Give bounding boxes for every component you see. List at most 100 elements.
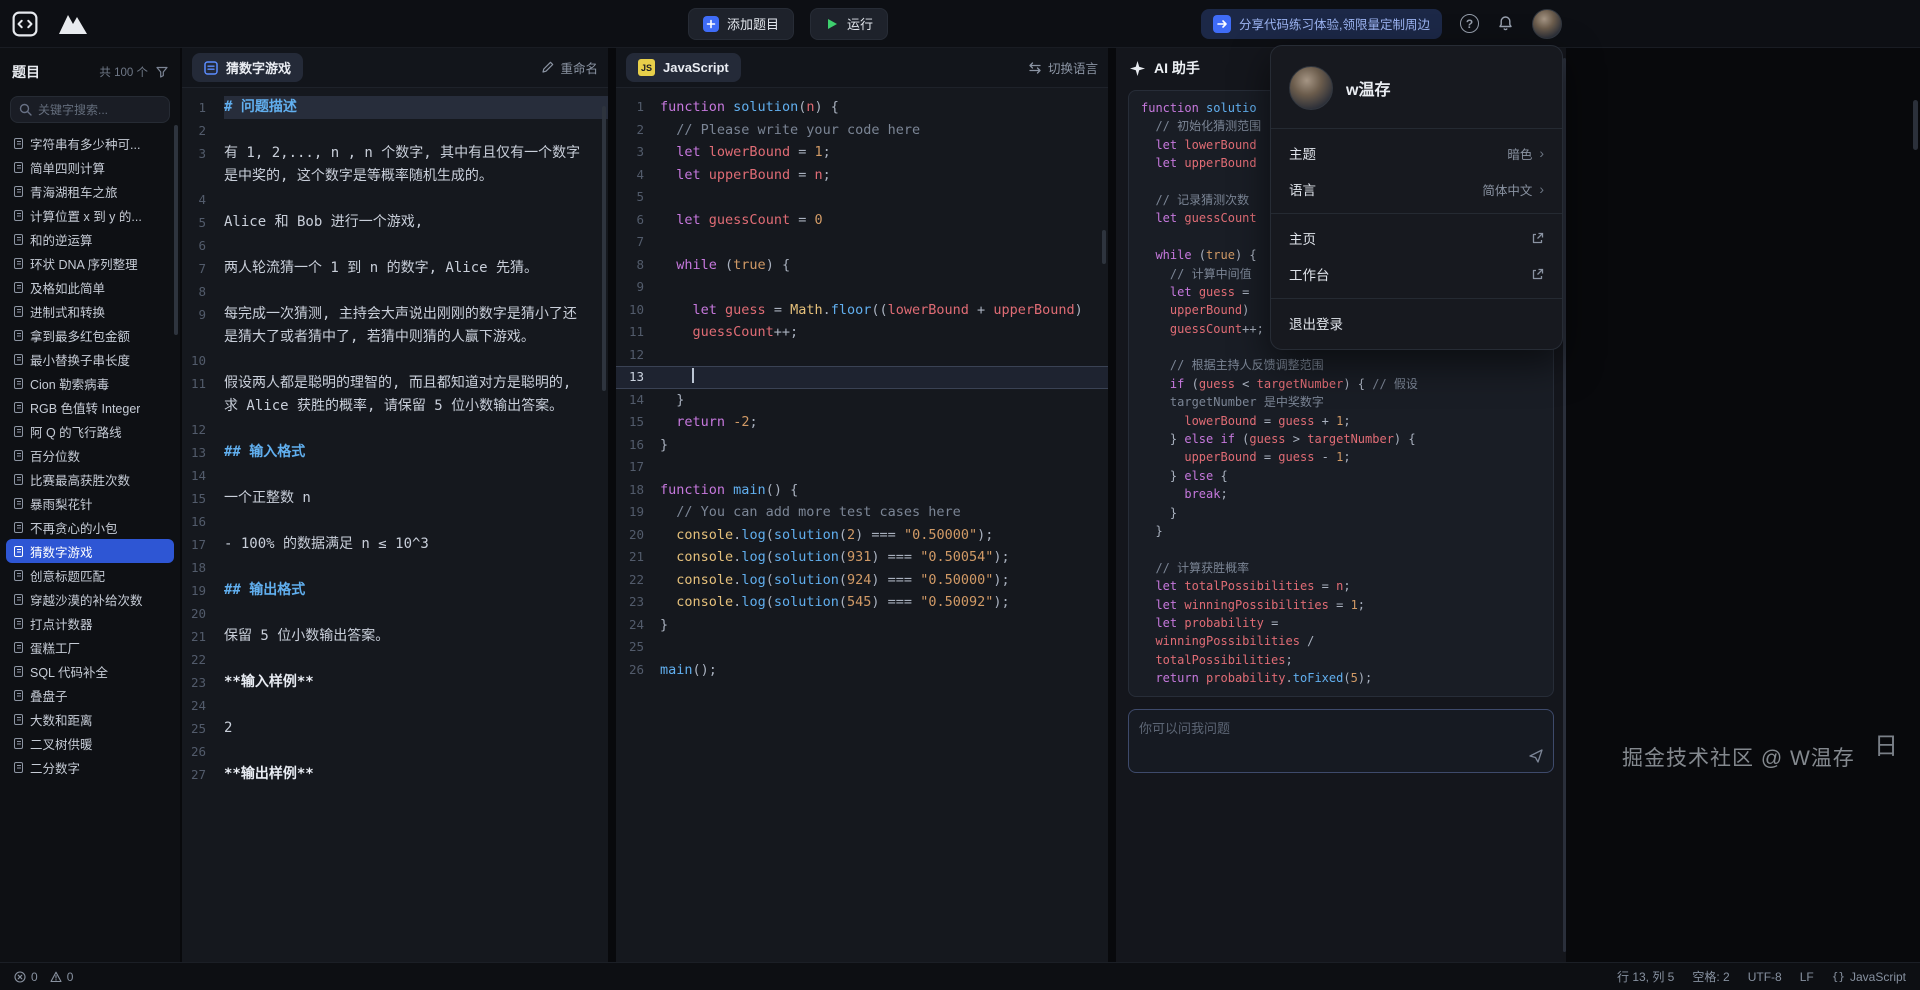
- problem-lines: 1# 问题描述23有 1, 2,..., n , n 个数字, 其中有且仅有一个…: [182, 88, 608, 786]
- sidebar-item[interactable]: 字符串有多少种可...: [6, 131, 174, 155]
- switch-language-button[interactable]: 切换语言: [1028, 58, 1098, 77]
- errors-indicator[interactable]: 0: [14, 970, 38, 984]
- ai-question-input[interactable]: [1128, 709, 1554, 773]
- code-line[interactable]: 11 guessCount++;: [616, 321, 1108, 344]
- rename-label: 重命名: [560, 58, 598, 77]
- filter-icon[interactable]: [156, 66, 168, 78]
- code-line[interactable]: 15 return -2;: [616, 411, 1108, 434]
- sidebar-item[interactable]: 环状 DNA 序列整理: [6, 251, 174, 275]
- code-editor-panel: JS JavaScript 切换语言 1function solution(n)…: [616, 48, 1108, 962]
- sidebar-item[interactable]: 叠盘子: [6, 683, 174, 707]
- language-current: 简体中文: [1482, 180, 1532, 199]
- cursor-position[interactable]: 行 13, 列 5: [1617, 968, 1674, 985]
- encoding-setting[interactable]: UTF-8: [1748, 970, 1782, 984]
- sidebar-item[interactable]: 和的逆运算: [6, 227, 174, 251]
- code-line[interactable]: 22 console.log(solution(924) === "0.5000…: [616, 569, 1108, 592]
- line-number: 8: [182, 280, 224, 303]
- editor-scrollbar[interactable]: [1102, 230, 1106, 264]
- rename-button[interactable]: 重命名: [541, 58, 598, 77]
- code-line[interactable]: 16}: [616, 434, 1108, 457]
- language-tab[interactable]: JS JavaScript: [626, 53, 741, 82]
- sidebar-item[interactable]: 二分数字: [6, 755, 174, 779]
- user-menu-profile[interactable]: w温存: [1271, 54, 1562, 122]
- sidebar-item[interactable]: 创意标题匹配: [6, 563, 174, 587]
- code-line[interactable]: 1function solution(n) {: [616, 96, 1108, 119]
- brand-logo[interactable]: [56, 12, 90, 36]
- code-line[interactable]: 8 while (true) {: [616, 254, 1108, 277]
- language-mode[interactable]: {} JavaScript: [1832, 970, 1906, 984]
- sidebar-item[interactable]: 暴雨梨花针: [6, 491, 174, 515]
- home-label: 主页: [1289, 228, 1316, 248]
- menu-item-home[interactable]: 主页: [1271, 220, 1562, 256]
- sidebar-item[interactable]: 二叉树供暖: [6, 731, 174, 755]
- eol-setting[interactable]: LF: [1800, 970, 1814, 984]
- run-button[interactable]: 运行: [810, 8, 888, 40]
- sidebar-item[interactable]: 计算位置 x 到 y 的...: [6, 203, 174, 227]
- code-line[interactable]: 9: [616, 276, 1108, 299]
- menu-item-language[interactable]: 语言 简体中文 ›: [1271, 171, 1562, 207]
- sidebar-item[interactable]: 百分位数: [6, 443, 174, 467]
- code-line[interactable]: 23 console.log(solution(545) === "0.5009…: [616, 591, 1108, 614]
- send-icon[interactable]: [1528, 748, 1544, 764]
- document-icon: [14, 330, 23, 341]
- app-logo-icon[interactable]: [12, 11, 38, 37]
- sidebar-item[interactable]: 青海湖租车之旅: [6, 179, 174, 203]
- user-avatar[interactable]: [1532, 9, 1562, 39]
- search-input[interactable]: [38, 103, 161, 117]
- code-line[interactable]: 21 console.log(solution(931) === "0.5005…: [616, 546, 1108, 569]
- problem-tab[interactable]: 猜数字游戏: [192, 53, 303, 82]
- indent-setting[interactable]: 空格: 2: [1692, 968, 1729, 985]
- code-line[interactable]: 3 let lowerBound = 1;: [616, 141, 1108, 164]
- add-problem-button[interactable]: 添加题目: [688, 8, 794, 40]
- menu-item-theme[interactable]: 主题 暗色 ›: [1271, 135, 1562, 171]
- sidebar-item[interactable]: 及格如此简单: [6, 275, 174, 299]
- sidebar-item[interactable]: 打点计数器: [6, 611, 174, 635]
- line-number: 19: [182, 579, 224, 602]
- editor-lines[interactable]: 1function solution(n) {2 // Please write…: [616, 88, 1108, 681]
- code-line[interactable]: 18function main() {: [616, 479, 1108, 502]
- sidebar-item[interactable]: 最小替换子串长度: [6, 347, 174, 371]
- code-line[interactable]: 12: [616, 344, 1108, 367]
- sidebar-item[interactable]: Cion 勒索病毒: [6, 371, 174, 395]
- sidebar-scrollbar[interactable]: [174, 125, 178, 335]
- code-line[interactable]: 10 let guess = Math.floor((lowerBound + …: [616, 299, 1108, 322]
- code-line[interactable]: 26main();: [616, 659, 1108, 682]
- code-line[interactable]: 19 // You can add more test cases here: [616, 501, 1108, 524]
- app: 添加题目 运行 分享代码练习体验,领限量定制周边 ? 题目: [0, 0, 1920, 990]
- sidebar-item-label: 最小替换子串长度: [30, 350, 130, 369]
- sidebar-item[interactable]: RGB 色值转 Integer: [6, 395, 174, 419]
- sidebar-item[interactable]: 进制式和转换: [6, 299, 174, 323]
- sidebar-item[interactable]: 阿 Q 的飞行路线: [6, 419, 174, 443]
- menu-item-logout[interactable]: 退出登录: [1271, 305, 1562, 341]
- promo-banner[interactable]: 分享代码练习体验,领限量定制周边: [1201, 9, 1442, 39]
- document-icon: [14, 570, 23, 581]
- search-box[interactable]: [10, 96, 170, 123]
- sidebar-item[interactable]: 不再贪心的小包: [6, 515, 174, 539]
- problem-scrollbar[interactable]: [602, 106, 606, 391]
- code-line[interactable]: 6 let guessCount = 0: [616, 209, 1108, 232]
- code-line[interactable]: 24}: [616, 614, 1108, 637]
- problem-text: 两人轮流猜一个 1 到 n 的数字, Alice 先猜。: [224, 260, 538, 276]
- code-line[interactable]: 25: [616, 636, 1108, 659]
- page-scrollbar[interactable]: [1913, 100, 1918, 150]
- sidebar-item[interactable]: 大数和距离: [6, 707, 174, 731]
- code-line[interactable]: 4 let upperBound = n;: [616, 164, 1108, 187]
- code-line[interactable]: 20 console.log(solution(2) === "0.50000"…: [616, 524, 1108, 547]
- code-line[interactable]: 14 }: [616, 389, 1108, 412]
- sidebar-item[interactable]: 拿到最多红包金额: [6, 323, 174, 347]
- code-line[interactable]: 2 // Please write your code here: [616, 119, 1108, 142]
- code-line[interactable]: 13: [616, 366, 1108, 389]
- code-line[interactable]: 7: [616, 231, 1108, 254]
- sidebar-item[interactable]: SQL 代码补全: [6, 659, 174, 683]
- code-line[interactable]: 5: [616, 186, 1108, 209]
- menu-item-workspace[interactable]: 工作台: [1271, 256, 1562, 292]
- sidebar-item[interactable]: 简单四则计算: [6, 155, 174, 179]
- sidebar-item[interactable]: 猜数字游戏: [6, 539, 174, 563]
- notifications-icon[interactable]: [1497, 15, 1514, 32]
- code-line[interactable]: 17: [616, 456, 1108, 479]
- sidebar-item[interactable]: 穿越沙漠的补给次数: [6, 587, 174, 611]
- warnings-indicator[interactable]: 0: [50, 970, 74, 984]
- sidebar-item[interactable]: 比赛最高获胜次数: [6, 467, 174, 491]
- help-icon[interactable]: ?: [1460, 14, 1479, 33]
- sidebar-item[interactable]: 蛋糕工厂: [6, 635, 174, 659]
